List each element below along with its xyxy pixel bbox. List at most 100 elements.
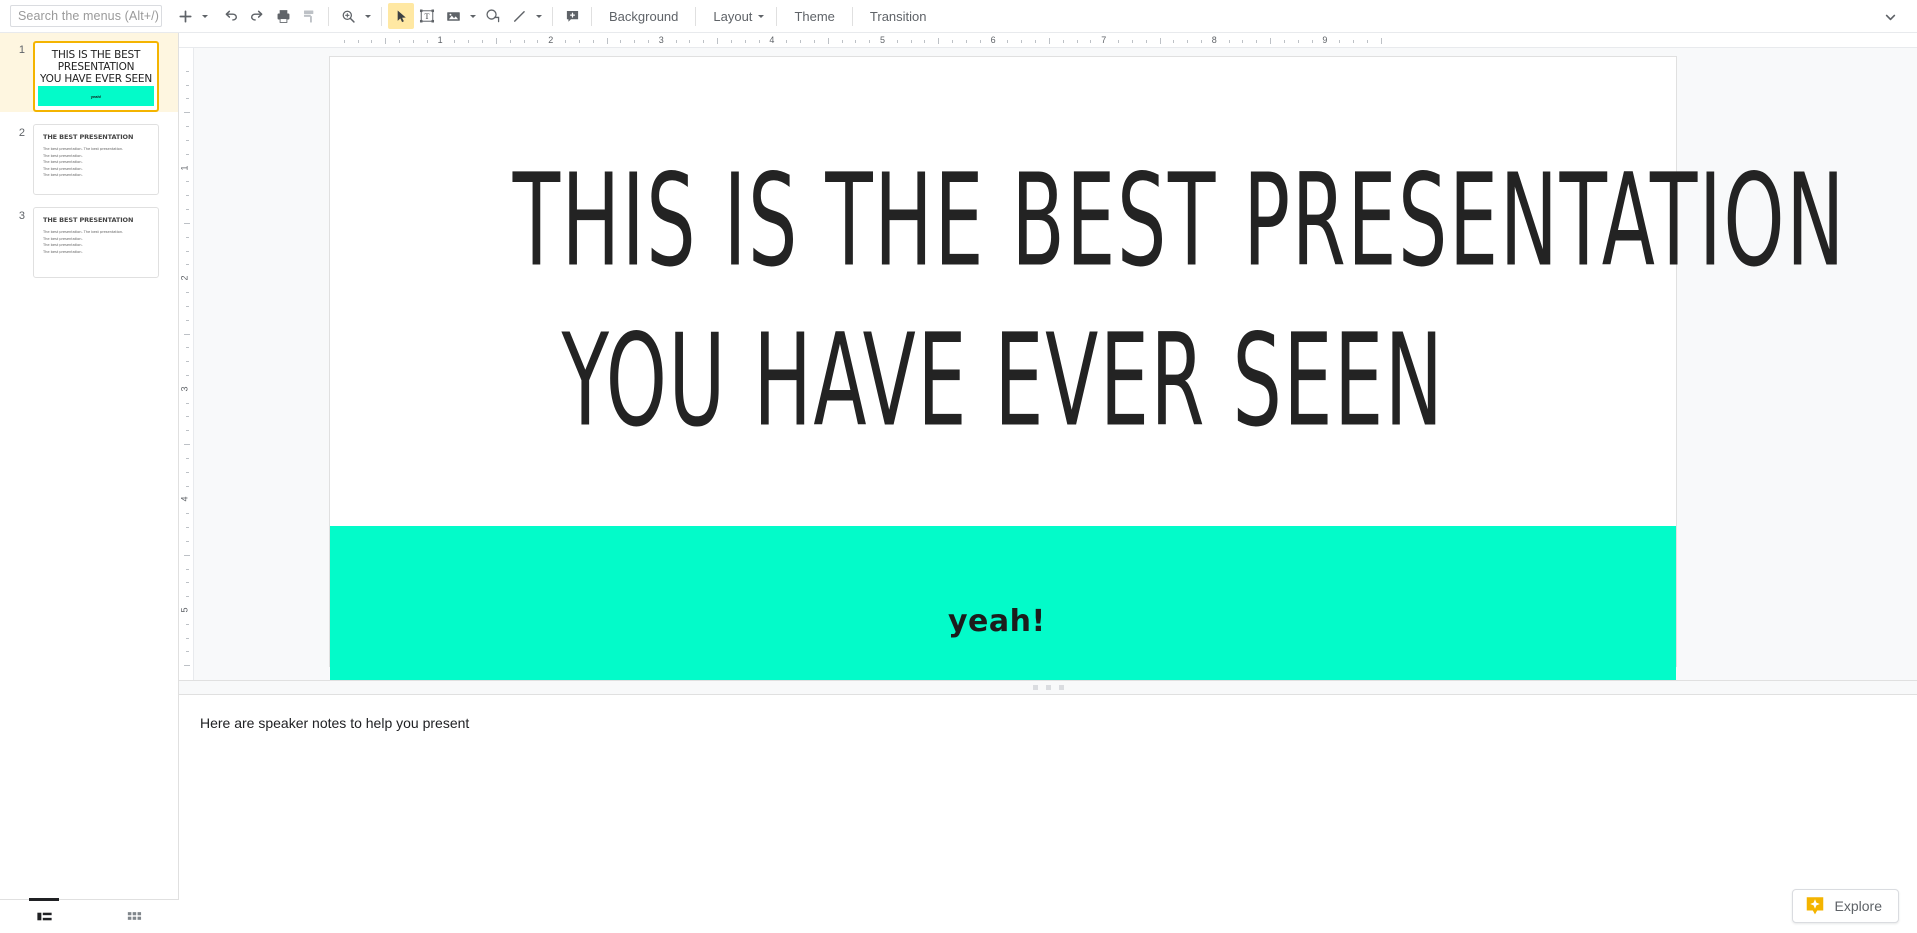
- print-icon: [275, 8, 292, 25]
- ruler-tick: [1270, 38, 1271, 44]
- select-tool-button[interactable]: [388, 3, 414, 29]
- ruler-tick: [1063, 40, 1064, 43]
- shape-button[interactable]: [480, 3, 506, 29]
- current-slide[interactable]: THIS IS THE BEST PRESENTATION YOU HAVE E…: [330, 57, 1676, 666]
- menu-layout-label: Layout: [702, 3, 763, 29]
- paint-format-icon: [301, 8, 318, 25]
- line-button[interactable]: [506, 3, 532, 29]
- slide-number: 3: [0, 207, 33, 223]
- menu-theme[interactable]: Theme: [783, 3, 845, 29]
- ruler-number: 7: [1101, 35, 1106, 45]
- line-dropdown[interactable]: [532, 3, 546, 29]
- ruler-tick: [186, 416, 189, 417]
- ruler-tick: [786, 40, 787, 43]
- menu-transition-label: Transition: [859, 3, 938, 29]
- ruler-tick: [186, 403, 189, 404]
- ruler-tick: [1173, 40, 1174, 43]
- slide-thumbnail[interactable]: THE BEST PRESENTATION The best presentat…: [33, 207, 159, 278]
- thumb-body-line: The best presentation.: [43, 159, 158, 166]
- slide-thumbnail[interactable]: THIS IS THE BEST PRESENTATION YOU HAVE E…: [33, 41, 159, 112]
- slide-teal-band[interactable]: yeah!: [330, 526, 1676, 680]
- thumb-band-text: yeah!: [91, 94, 101, 99]
- insert-image-dropdown[interactable]: [466, 3, 480, 29]
- ruler-number: 5: [880, 35, 885, 45]
- search-input[interactable]: Search the menus (Alt+/): [10, 5, 162, 27]
- slide-band-text: yeah!: [948, 604, 1046, 639]
- menu-transition[interactable]: Transition: [859, 3, 938, 29]
- ruler-tick: [184, 555, 190, 556]
- slide-number: 2: [0, 124, 33, 140]
- ruler-number: 3: [659, 35, 664, 45]
- ruler-tick: [371, 40, 372, 43]
- menu-layout[interactable]: Layout: [702, 3, 770, 29]
- paint-format-button[interactable]: [296, 3, 322, 29]
- bottom-strip: [179, 899, 1917, 932]
- ruler-tick: [634, 40, 635, 43]
- menu-background[interactable]: Background: [598, 3, 689, 29]
- collapse-menus-button[interactable]: [1877, 4, 1903, 30]
- speaker-notes-text[interactable]: Here are speaker notes to help you prese…: [179, 695, 1917, 731]
- slide-filmstrip[interactable]: 1 THIS IS THE BEST PRESENTATION YOU HAVE…: [0, 33, 179, 899]
- slide-number: 1: [0, 41, 33, 57]
- thumb-body-line: The best presentation.: [43, 153, 158, 160]
- ruler-tick: [1298, 40, 1299, 43]
- slide-title-textbox[interactable]: THIS IS THE BEST PRESENTATION YOU HAVE E…: [390, 142, 1616, 462]
- handle-dot: [1046, 685, 1051, 690]
- thumb-body-line: The best presentation.: [43, 242, 158, 249]
- slide-title-line-2: YOU HAVE EVER SEEN: [513, 288, 1494, 477]
- chevron-down-icon: [1882, 9, 1899, 26]
- grid-view-button[interactable]: [90, 900, 180, 933]
- add-comment-button[interactable]: [559, 3, 585, 29]
- ruler-tick: [1035, 40, 1036, 43]
- ruler-tick: [454, 40, 455, 43]
- ruler-tick: [186, 154, 189, 155]
- ruler-tick: [186, 430, 189, 431]
- undo-button[interactable]: [218, 3, 244, 29]
- ruler-tick: [1132, 40, 1133, 43]
- ruler-tick: [186, 624, 189, 625]
- filmstrip-view-button[interactable]: [0, 900, 90, 933]
- explore-button[interactable]: Explore: [1792, 889, 1899, 923]
- thumb-body-line: The best presentation.: [43, 166, 158, 173]
- slide-canvas-area[interactable]: THIS IS THE BEST PRESENTATION YOU HAVE E…: [194, 48, 1917, 680]
- ruler-tick: [800, 40, 801, 43]
- ruler-tick: [855, 40, 856, 43]
- new-slide-dropdown[interactable]: [198, 3, 212, 29]
- handle-dot: [1033, 685, 1038, 690]
- ruler-tick: [482, 40, 483, 43]
- ruler-tick: [938, 38, 939, 44]
- filmstrip-slide-1[interactable]: 1 THIS IS THE BEST PRESENTATION YOU HAVE…: [0, 33, 178, 112]
- redo-icon: [248, 7, 266, 25]
- thumb-title-line-2: YOU HAVE EVER SEEN: [38, 73, 154, 85]
- new-slide-button[interactable]: [172, 3, 198, 29]
- ruler-tick: [186, 513, 189, 514]
- image-icon: [445, 8, 462, 25]
- ruler-tick: [186, 209, 189, 210]
- text-box-icon: T: [418, 7, 436, 25]
- ruler-tick: [399, 40, 400, 43]
- ruler-tick: [184, 112, 190, 113]
- add-comment-icon: [564, 8, 581, 25]
- text-box-button[interactable]: T: [414, 3, 440, 29]
- thumb-body-line: The best presentation.: [43, 172, 158, 179]
- zoom-dropdown[interactable]: [361, 3, 375, 29]
- ruler-tick: [1284, 40, 1285, 43]
- ruler-tick: [186, 596, 189, 597]
- menu-theme-label: Theme: [783, 3, 845, 29]
- thumb-title: THE BEST PRESENTATION: [34, 208, 158, 224]
- redo-button[interactable]: [244, 3, 270, 29]
- ruler-tick: [1312, 40, 1313, 43]
- explore-sparkle-icon: [1804, 895, 1826, 917]
- zoom-button[interactable]: [335, 3, 361, 29]
- print-button[interactable]: [270, 3, 296, 29]
- search-placeholder: Search the menus (Alt+/): [18, 9, 159, 23]
- notes-resize-handle[interactable]: [179, 680, 1917, 695]
- filmstrip-slide-2[interactable]: 2 THE BEST PRESENTATION The best present…: [0, 112, 178, 195]
- slide-thumbnail[interactable]: THE BEST PRESENTATION The best presentat…: [33, 124, 159, 195]
- speaker-notes-pane[interactable]: Here are speaker notes to help you prese…: [179, 695, 1917, 899]
- insert-image-button[interactable]: [440, 3, 466, 29]
- vertical-ruler: 12345: [179, 48, 194, 680]
- ruler-tick: [1049, 38, 1050, 44]
- ruler-tick: [468, 40, 469, 43]
- filmstrip-slide-3[interactable]: 3 THE BEST PRESENTATION The best present…: [0, 195, 178, 278]
